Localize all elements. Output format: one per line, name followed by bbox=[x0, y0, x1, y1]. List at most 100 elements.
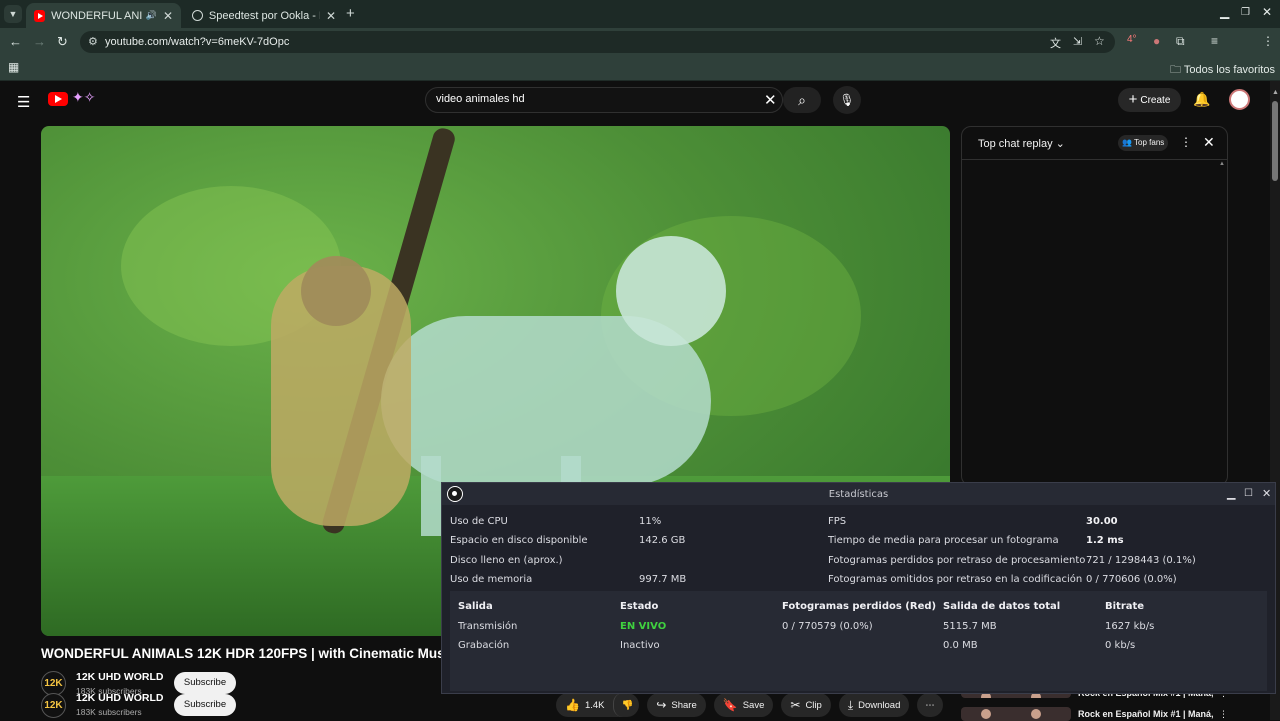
top-fans-icon: 👥 bbox=[1122, 138, 1132, 147]
chat-mode-dropdown[interactable]: Top chat replay ⌄ bbox=[978, 137, 1065, 150]
stat-value: 721 / 1298443 (0.1%) bbox=[1086, 555, 1196, 566]
status-badge: EN VIVO bbox=[620, 621, 667, 632]
site-info-icon[interactable]: ⚙ bbox=[88, 35, 98, 48]
thumbs-up-icon: 👍 bbox=[565, 698, 580, 712]
chat-menu-icon[interactable]: ⋮ bbox=[1180, 135, 1192, 149]
video-monkey bbox=[301, 256, 371, 326]
channel-avatar[interactable]: 12K bbox=[41, 693, 66, 718]
obs-titlebar: Estadísticas ▁ ☐ ✕ bbox=[442, 483, 1275, 505]
audio-playing-icon[interactable]: 🔊 bbox=[146, 10, 157, 21]
hamburger-menu-icon[interactable]: ☰ bbox=[17, 93, 30, 111]
menu-kebab-icon[interactable]: ⋮ bbox=[1262, 34, 1274, 48]
close-tab-icon[interactable]: ✕ bbox=[163, 9, 173, 23]
column-header: Estado bbox=[620, 601, 659, 612]
stat-label: Tiempo de media para procesar un fotogra… bbox=[828, 535, 1059, 546]
obs-close-icon[interactable]: ✕ bbox=[1262, 487, 1271, 500]
recommendation-menu-icon[interactable]: ⋮ bbox=[1219, 709, 1228, 720]
extension-badge[interactable]: 4° bbox=[1127, 34, 1137, 45]
bookmark-star-icon[interactable]: ☆ bbox=[1094, 34, 1105, 48]
save-button[interactable]: 🔖 Save bbox=[713, 693, 774, 717]
dislike-button[interactable]: 👎 bbox=[612, 693, 634, 717]
stat-value: 30.00 bbox=[1086, 516, 1118, 527]
youtube-logo[interactable] bbox=[48, 92, 68, 106]
notifications-bell-icon[interactable]: 🔔 bbox=[1193, 91, 1210, 108]
translate-icon[interactable]: 文 bbox=[1050, 35, 1061, 51]
back-icon[interactable]: ← bbox=[9, 34, 22, 49]
video-title: WONDERFUL ANIMALS 12K HDR 120FPS | with … bbox=[41, 646, 446, 661]
like-count: 1.4K bbox=[584, 699, 605, 711]
share-button[interactable]: ↪ Share bbox=[647, 693, 706, 717]
recommendation-title[interactable]: Rock en Español Mix #1 | Maná, bbox=[1078, 709, 1214, 719]
obs-window-title: Estadísticas bbox=[828, 489, 889, 500]
search-button[interactable]: ⌕ bbox=[783, 87, 821, 113]
scroll-up-icon[interactable]: ▲ bbox=[1272, 89, 1279, 96]
address-bar[interactable]: ⚙ youtube.com/watch?v=6meKV-7dOpc 文 ⇲ ☆ bbox=[80, 31, 1115, 53]
youtube-favicon-icon bbox=[34, 9, 46, 22]
media-control-icon[interactable]: ≡ bbox=[1211, 34, 1218, 48]
close-chat-icon[interactable]: ✕ bbox=[1203, 134, 1215, 151]
more-actions-button[interactable]: ⋯ bbox=[917, 693, 943, 717]
subscriber-count: 183K subscribers bbox=[76, 707, 142, 717]
obs-minimize-icon[interactable]: ▁ bbox=[1227, 487, 1235, 500]
account-avatar[interactable] bbox=[1229, 89, 1250, 110]
thumbnail-face bbox=[981, 709, 991, 719]
thumbs-down-icon: 👎 bbox=[621, 699, 634, 711]
close-window-icon[interactable]: ✕ bbox=[1262, 5, 1272, 19]
tab-speedtest[interactable]: Speedtest por Ookla - La ✕ bbox=[184, 3, 344, 28]
bookmarks-bar: ▦ 🗀 Todos los favoritos bbox=[0, 56, 1280, 81]
download-button[interactable]: ⤓ Download bbox=[838, 693, 910, 717]
clear-search-icon[interactable]: ✕ bbox=[764, 91, 777, 109]
channel-name[interactable]: 12K UHD WORLD bbox=[76, 671, 164, 683]
column-header: Salida de datos total bbox=[943, 601, 1061, 612]
stat-value: 997.7 MB bbox=[639, 574, 687, 585]
video-actions: 👍 1.4K 👎 ↪ Share 🔖 Save ✂ Clip ⤓ Download ⋯ bbox=[556, 693, 943, 717]
tab-youtube[interactable]: WONDERFUL ANIMA 🔊 ✕ bbox=[26, 3, 181, 28]
scissors-icon: ✂ bbox=[790, 698, 801, 712]
youtube-doodle-icon[interactable]: ✦✧ bbox=[72, 89, 95, 106]
subscribe-button[interactable]: Subscribe bbox=[174, 672, 236, 694]
chat-scroll-up-icon[interactable]: ▲ bbox=[1219, 161, 1225, 167]
like-button[interactable]: 👍 1.4K 👎 bbox=[556, 693, 640, 717]
total-output: 0.0 MB bbox=[943, 640, 978, 651]
all-bookmarks-folder[interactable]: 🗀 Todos los favoritos bbox=[1170, 61, 1275, 80]
obs-maximize-icon[interactable]: ☐ bbox=[1244, 488, 1253, 499]
stat-label: FPS bbox=[828, 516, 847, 527]
total-output: 5115.7 MB bbox=[943, 621, 997, 632]
voice-search-icon[interactable]: 🎙 bbox=[833, 86, 861, 114]
tab-search-button[interactable]: ▼ bbox=[4, 5, 22, 23]
share-label: Share bbox=[671, 699, 697, 711]
reload-icon[interactable]: ↻ bbox=[57, 34, 68, 50]
tab-title: WONDERFUL ANIMA bbox=[51, 9, 142, 22]
install-app-icon[interactable]: ⇲ bbox=[1073, 35, 1082, 48]
minimize-icon[interactable]: ▁ bbox=[1220, 5, 1229, 19]
clip-label: Clip bbox=[805, 699, 822, 711]
extensions-puzzle-icon[interactable]: ⧉ bbox=[1176, 34, 1185, 49]
url-text[interactable]: youtube.com/watch?v=6meKV-7dOpc bbox=[105, 36, 289, 48]
recommendation-thumbnail[interactable] bbox=[961, 707, 1071, 721]
clip-button[interactable]: ✂ Clip bbox=[781, 693, 831, 717]
new-tab-button[interactable]: + bbox=[346, 5, 355, 22]
download-icon: ⤓ bbox=[847, 697, 854, 712]
more-icon: ⋯ bbox=[925, 699, 935, 711]
subscribe-button[interactable]: Subscribe bbox=[174, 694, 236, 716]
close-tab-icon[interactable]: ✕ bbox=[326, 9, 336, 23]
plus-icon: + bbox=[1128, 91, 1138, 108]
top-fans-button[interactable]: 👥 Top fans bbox=[1118, 135, 1169, 151]
stat-label: Uso de CPU bbox=[450, 516, 508, 527]
apps-grid-icon[interactable]: ▦ bbox=[8, 60, 19, 74]
column-header: Salida bbox=[458, 601, 493, 612]
bookmarks-folder-label: Todos los favoritos bbox=[1183, 64, 1275, 76]
stat-value: 0 / 770606 (0.0%) bbox=[1086, 574, 1177, 585]
status-badge: Inactivo bbox=[620, 640, 660, 651]
scroll-thumb[interactable] bbox=[1272, 101, 1278, 181]
stat-label: Espacio en disco disponible bbox=[450, 535, 588, 546]
download-label: Download bbox=[858, 699, 901, 711]
output-name: Grabación bbox=[458, 640, 510, 651]
restore-icon[interactable]: ❐ bbox=[1241, 7, 1250, 18]
search-input[interactable] bbox=[434, 92, 758, 106]
top-fans-label: Top fans bbox=[1134, 138, 1165, 147]
create-button[interactable]: + Create bbox=[1118, 88, 1181, 112]
extension-icon[interactable]: ● bbox=[1153, 34, 1160, 48]
forward-icon[interactable]: → bbox=[33, 34, 46, 49]
channel-name[interactable]: 12K UHD WORLD bbox=[76, 692, 164, 704]
